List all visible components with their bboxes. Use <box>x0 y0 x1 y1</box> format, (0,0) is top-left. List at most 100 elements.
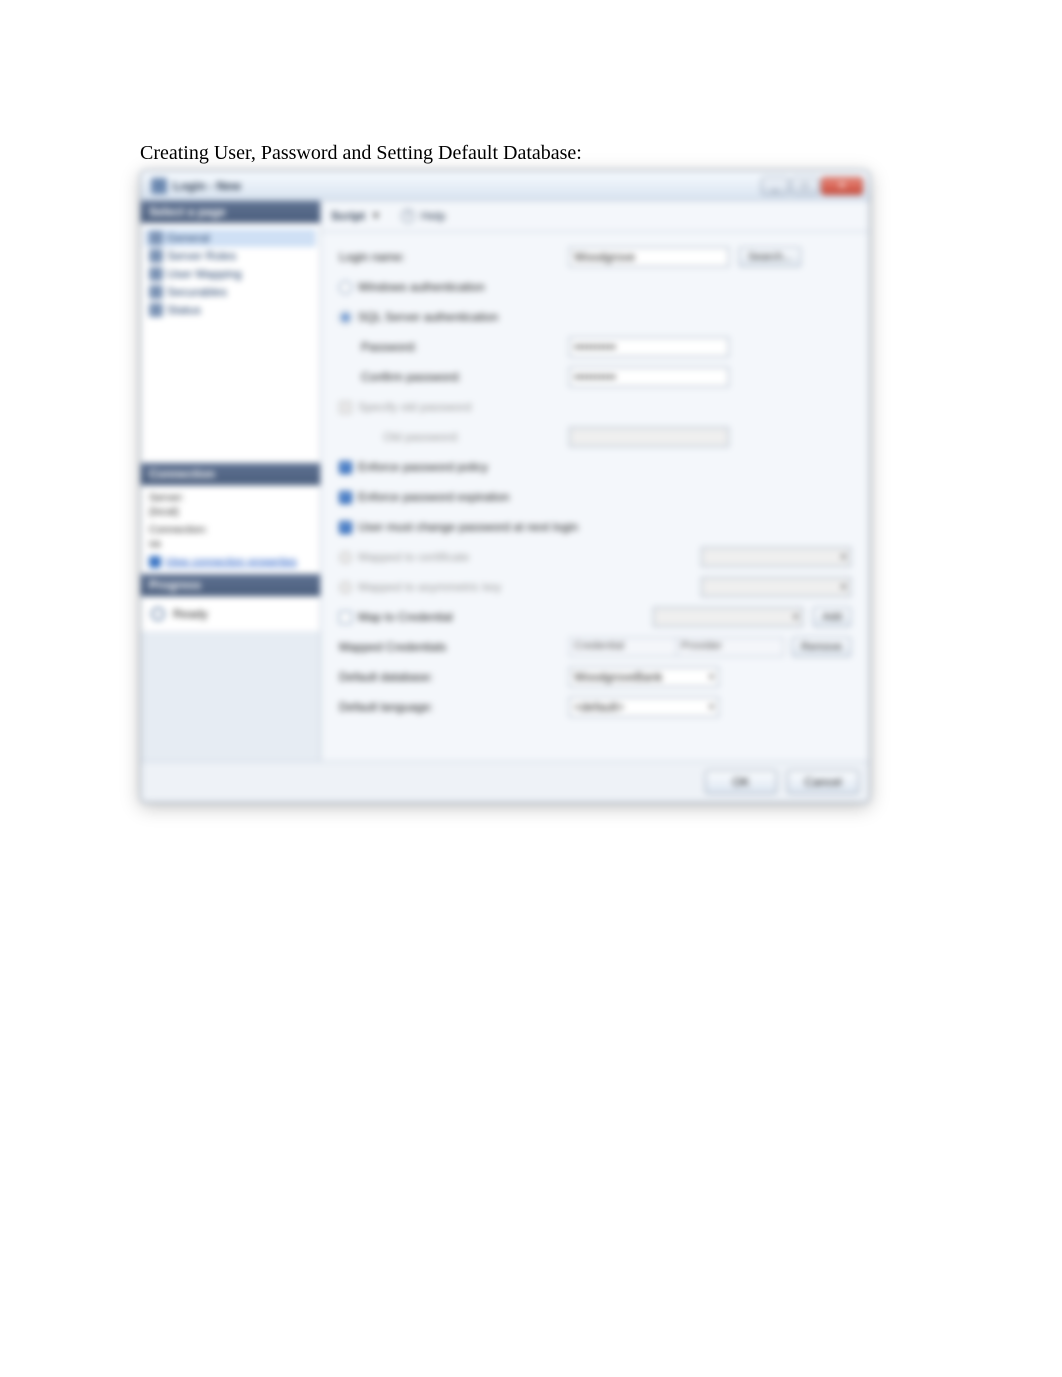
must-change-check[interactable]: User must change password at next login <box>339 520 578 534</box>
close-button[interactable]: ✕ <box>821 177 863 195</box>
server-label: Server: <box>149 492 312 504</box>
mapped-key-select: ▾ <box>701 577 851 597</box>
add-credential-button[interactable]: Add <box>813 607 851 627</box>
default-database-value: WoodgroveBank <box>574 670 663 684</box>
progress-status: Ready <box>173 607 208 621</box>
connection-label: Connection: <box>149 524 312 536</box>
script-dropdown[interactable]: Script <box>331 209 365 223</box>
map-credential-select: ▾ <box>653 607 803 627</box>
cancel-button[interactable]: Cancel <box>787 770 859 794</box>
password-input[interactable] <box>569 337 729 357</box>
page-icon <box>149 249 163 263</box>
enforce-policy-label: Enforce password policy <box>358 460 488 474</box>
checkbox-icon <box>339 491 352 504</box>
chevron-down-icon: ▾ <box>793 612 798 623</box>
page-icon <box>149 231 163 245</box>
progress-icon <box>151 607 165 621</box>
page-securables[interactable]: Securables <box>145 283 316 301</box>
sql-auth-radio[interactable]: SQL Server authentication <box>339 310 498 324</box>
ok-button[interactable]: OK <box>705 770 777 794</box>
default-language-value: <default> <box>574 700 624 714</box>
help-icon: ? <box>401 209 415 223</box>
default-database-select[interactable]: WoodgroveBank ▾ <box>569 667 719 687</box>
confirm-password-input[interactable] <box>569 367 729 387</box>
page-label: Status <box>167 303 201 317</box>
old-password-input <box>569 427 729 447</box>
page-user-mapping[interactable]: User Mapping <box>145 265 316 283</box>
minimize-button[interactable]: _ <box>761 177 789 195</box>
window-title: Login - New <box>173 179 241 193</box>
connection-header: Connection <box>141 463 320 485</box>
login-name-label: Login name: <box>339 250 559 264</box>
login-name-input[interactable] <box>569 247 729 267</box>
progress-panel: Ready <box>141 596 320 631</box>
page-status[interactable]: Status <box>145 301 316 319</box>
page-general[interactable]: General <box>145 229 316 247</box>
link-icon <box>149 556 161 568</box>
credential-column-header: Credential <box>570 638 677 656</box>
help-link[interactable]: Help <box>421 209 446 223</box>
confirm-password-label: Confirm password: <box>339 370 559 384</box>
chevron-down-icon: ▾ <box>709 672 714 683</box>
checkbox-icon <box>339 611 352 624</box>
mapped-credentials-label: Mapped Credentials <box>339 640 559 654</box>
chevron-down-icon: ▾ <box>841 552 846 563</box>
connection-panel: Server: (local) Connection: sa View conn… <box>141 485 320 574</box>
script-toolbar: Script ▼ ? Help <box>321 201 869 232</box>
connection-value: sa <box>149 538 312 550</box>
view-connection-properties-link[interactable]: View connection properties <box>149 556 312 568</box>
radio-icon <box>339 551 352 564</box>
sql-auth-label: SQL Server authentication <box>358 310 498 324</box>
checkbox-icon <box>339 401 352 414</box>
radio-icon <box>339 311 352 324</box>
radio-icon <box>339 581 352 594</box>
right-panel: Script ▼ ? Help Login name: Search... Wi… <box>321 201 869 761</box>
mapped-key-label: Mapped to asymmetric key <box>358 580 501 594</box>
specify-old-password-label: Specify old password <box>358 400 471 414</box>
password-label: Password: <box>339 340 559 354</box>
radio-icon <box>339 281 352 294</box>
enforce-policy-check[interactable]: Enforce password policy <box>339 460 488 474</box>
page-label: Server Roles <box>167 249 236 263</box>
default-language-label: Default language: <box>339 700 559 714</box>
enforce-expiration-check[interactable]: Enforce password expiration <box>339 490 509 504</box>
page-caption: Creating User, Password and Setting Defa… <box>140 142 582 165</box>
specify-old-password-check: Specify old password <box>339 400 471 414</box>
must-change-label: User must change password at next login <box>358 520 578 534</box>
page-icon <box>149 285 163 299</box>
default-language-select[interactable]: <default> ▾ <box>569 697 719 717</box>
progress-header: Progress <box>141 574 320 596</box>
page-label: Securables <box>167 285 227 299</box>
titlebar: Login - New _ □ ✕ <box>141 171 869 201</box>
page-label: User Mapping <box>167 267 242 281</box>
enforce-expiration-label: Enforce password expiration <box>358 490 509 504</box>
default-database-label: Default database: <box>339 670 559 684</box>
dialog-footer: OK Cancel <box>141 761 869 802</box>
page-label: General <box>167 231 210 245</box>
mapped-cert-label: Mapped to certificate <box>358 550 469 564</box>
view-connection-properties-label: View connection properties <box>165 556 297 568</box>
windows-auth-radio[interactable]: Windows authentication <box>339 280 485 294</box>
app-icon <box>151 178 167 194</box>
old-password-label: Old password: <box>339 430 559 444</box>
login-new-dialog: Login - New _ □ ✕ Select a page General … <box>140 170 870 803</box>
page-tree: General Server Roles User Mapping Secura… <box>141 223 320 463</box>
general-form: Login name: Search... Windows authentica… <box>321 232 869 728</box>
maximize-button[interactable]: □ <box>791 177 819 195</box>
search-button[interactable]: Search... <box>739 247 801 267</box>
chevron-down-icon: ▾ <box>709 702 714 713</box>
server-value: (local) <box>149 506 312 518</box>
page-icon <box>149 267 163 281</box>
select-page-header: Select a page <box>141 201 320 223</box>
page-server-roles[interactable]: Server Roles <box>145 247 316 265</box>
chevron-down-icon: ▼ <box>371 211 381 222</box>
checkbox-icon <box>339 521 352 534</box>
mapped-cert-select: ▾ <box>701 547 851 567</box>
map-credential-check[interactable]: Map to Credential <box>339 610 453 624</box>
left-panel: Select a page General Server Roles User … <box>141 201 321 761</box>
provider-column-header: Provider <box>677 638 783 656</box>
mapped-key-radio: Mapped to asymmetric key <box>339 580 501 594</box>
checkbox-icon <box>339 461 352 474</box>
map-credential-label: Map to Credential <box>358 610 453 624</box>
remove-credential-button[interactable]: Remove <box>792 637 851 657</box>
